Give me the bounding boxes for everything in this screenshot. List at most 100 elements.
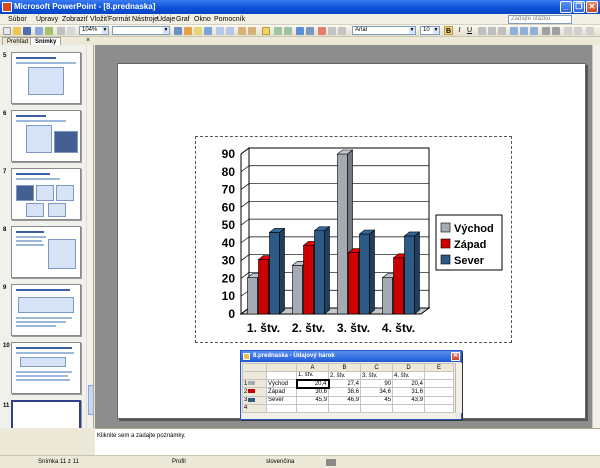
align-center-icon[interactable] [488,27,496,35]
table-cell[interactable] [266,403,297,414]
row-header[interactable]: 4 [242,403,267,414]
table-cell-selected[interactable]: 20,4 [295,378,330,389]
open-icon[interactable] [13,27,21,35]
table-cell[interactable]: 1. štv. [296,371,329,381]
row-label-column-header[interactable] [266,362,297,373]
legend-icon[interactable] [194,27,202,35]
spelling-icon[interactable] [45,27,53,35]
table-cell[interactable]: Východ [266,379,297,389]
value-axis-gridlines-icon[interactable] [284,27,292,35]
thumbnail-pane-scrollbar[interactable] [86,45,93,428]
menu-edit[interactable]: Úpravy [36,15,58,24]
table-cell[interactable] [266,371,297,381]
table-cell[interactable]: 90 [360,379,393,389]
table-cell[interactable] [296,403,329,414]
row-header[interactable]: 1 [242,379,267,389]
underline-button[interactable]: U [465,26,474,35]
zoom-combo[interactable]: 104% ▼ [79,26,109,35]
table-cell[interactable] [360,403,393,414]
slide-thumbnail-5[interactable] [11,52,81,104]
table-cell[interactable] [392,403,425,414]
row-header[interactable]: 3 [242,395,267,405]
bold-button[interactable]: B [444,26,453,35]
cut-icon[interactable] [57,27,65,35]
align-left-icon[interactable] [478,27,486,35]
align-right-icon[interactable] [498,27,506,35]
by-column-icon[interactable] [226,27,234,35]
column-header-c[interactable]: C [360,362,393,373]
insert-chart-icon[interactable] [306,27,314,35]
font-size-combo[interactable]: 10 ▼ [420,26,440,35]
slide-thumbnail-9[interactable] [11,284,81,336]
restore-button[interactable]: ❐ [573,1,585,13]
help-icon[interactable] [328,27,336,35]
datasheet-window[interactable]: 8.prednaska - Údajový hárok ✕ A B C D E … [240,350,462,420]
table-cell[interactable]: 27,4 [328,379,361,389]
minimize-button[interactable]: _ [560,1,572,13]
print-icon[interactable] [35,27,43,35]
menu-file[interactable]: Súbor [8,15,27,24]
close-button[interactable]: ✕ [586,1,598,13]
font-name-combo[interactable]: Arial ▼ [352,26,416,35]
table-cell[interactable]: Sever [266,395,297,405]
table-cell[interactable]: 46,9 [328,395,361,405]
copy-icon[interactable] [67,27,75,35]
tab-slides[interactable]: Snímky [30,37,62,45]
pane-close-icon[interactable]: × [86,37,90,45]
menu-insert[interactable]: Vložiť [90,15,108,24]
table-cell[interactable] [424,371,454,381]
scrollbar-thumb[interactable] [88,385,93,415]
view-datasheet-icon[interactable] [262,27,270,35]
menu-tools[interactable]: Nástroje [132,15,158,24]
slide-thumbnail-6[interactable] [11,110,81,162]
menu-view[interactable]: Zobraziť [62,15,88,24]
table-cell[interactable]: 43,9 [392,395,425,405]
table-cell[interactable] [424,395,454,405]
increase-decimal-icon[interactable] [542,27,550,35]
slide-thumbnail-10[interactable] [11,342,81,394]
table-cell[interactable]: 20,4 [392,379,425,389]
row-header[interactable] [242,371,267,381]
table-cell[interactable] [424,403,454,414]
table-cell[interactable]: 30,6 [296,387,329,397]
column-header-a[interactable]: A [296,362,329,373]
comma-style-icon[interactable] [530,27,538,35]
new-icon[interactable] [3,27,11,35]
slide-thumbnail-8[interactable] [11,226,81,278]
table-cell[interactable]: 31,6 [392,387,425,397]
table-cell[interactable]: 4. štv. [392,371,425,381]
decrease-decimal-icon[interactable] [552,27,560,35]
menu-data[interactable]: Údaje [157,15,175,24]
angle-text-down-icon[interactable] [238,27,246,35]
menu-window[interactable]: Okno [194,15,211,24]
chart-wizard-icon[interactable] [296,27,304,35]
chart-object[interactable]: 0 10 20 30 40 50 60 70 80 90 1. štv. 2. štv. 3. štv.… [195,136,512,343]
by-row-icon[interactable] [216,27,224,35]
table-cell[interactable]: 2. štv. [328,371,361,381]
datasheet-vertical-scrollbar[interactable] [455,363,462,413]
percent-style-icon[interactable] [520,27,528,35]
currency-style-icon[interactable] [510,27,518,35]
menu-help[interactable]: Pomocník [214,15,245,24]
main-vertical-scrollbar[interactable] [592,45,600,428]
options-icon[interactable] [338,27,346,35]
column-header-d[interactable]: D [392,362,425,373]
menu-format[interactable]: Formát [108,15,130,24]
datasheet-close-button[interactable]: ✕ [451,352,460,361]
angle-clockwise-icon[interactable] [564,27,572,35]
datasheet-title-bar[interactable]: 8.prednaska - Údajový hárok ✕ [241,351,461,362]
toolbar-options-icon[interactable] [586,27,594,35]
table-cell[interactable]: 3. štv. [360,371,393,381]
angle-text-up-icon[interactable] [248,27,256,35]
save-icon[interactable] [23,27,31,35]
italic-button[interactable]: I [455,26,464,35]
tab-outline[interactable]: Prehľad [2,37,34,45]
help-search-input[interactable]: Zadajte otázku [508,15,572,24]
table-cell[interactable] [328,403,361,414]
angle-counterclockwise-icon[interactable] [574,27,582,35]
datasheet-horizontal-scrollbar[interactable] [242,413,455,419]
table-cell[interactable]: 45 [360,395,393,405]
table-cell[interactable]: 34,6 [360,387,393,397]
table-cell[interactable]: 38,6 [328,387,361,397]
menu-chart[interactable]: Graf [176,15,190,24]
